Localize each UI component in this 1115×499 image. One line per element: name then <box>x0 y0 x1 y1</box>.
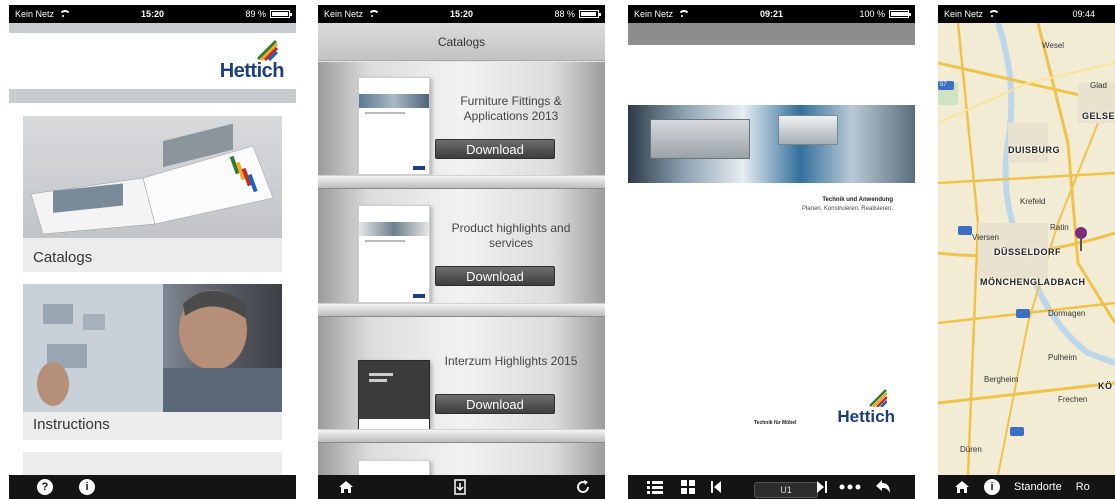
back-icon[interactable] <box>874 479 892 495</box>
map-label: Ratin <box>1050 223 1069 232</box>
map-label: Bergheim <box>984 375 1019 384</box>
logo-stripes-icon <box>256 39 278 61</box>
info-icon[interactable]: i <box>984 479 1000 495</box>
catalogs-tile[interactable]: Catalogs <box>23 116 282 272</box>
status-bar: Kein Netz 09:44 <box>938 5 1115 23</box>
open-catalog-illustration <box>30 123 274 235</box>
download-button[interactable]: Download <box>435 266 555 286</box>
status-time: 09:44 <box>1072 9 1095 19</box>
logo-stripes-icon <box>869 389 887 407</box>
document-footer: Technik für Möbel <box>754 420 797 426</box>
standorte-tab[interactable]: Standorte <box>1014 481 1062 493</box>
map-label: KÖ <box>1098 381 1113 391</box>
nav-title: Catalogs <box>318 23 605 61</box>
document-download-icon[interactable] <box>453 479 467 495</box>
instructions-label: Instructions <box>33 416 110 433</box>
map-label: Pulheim <box>1048 353 1077 362</box>
viewer-top-strip <box>628 23 915 45</box>
page-number-field[interactable]: U1 <box>754 482 818 498</box>
map-label: MÖNCHENGLADBACH <box>980 277 1086 287</box>
battery-icon <box>579 10 601 18</box>
refresh-icon[interactable] <box>575 479 591 495</box>
map-label: Frechen <box>1058 395 1088 404</box>
download-button[interactable]: Download <box>435 394 555 414</box>
battery-percent: 89 % <box>245 9 266 19</box>
catalogs-tile-image <box>23 116 282 238</box>
battery-icon <box>889 10 911 18</box>
hettich-logo: Hettich <box>214 39 285 85</box>
road-number: 57 <box>940 82 947 88</box>
next-icon[interactable] <box>816 479 828 495</box>
home-icon[interactable] <box>954 479 970 495</box>
map-label: Düren <box>960 445 982 454</box>
map-label: Viersen <box>972 233 999 242</box>
catalogs-screen: Kein Netz 15:20 88 % Catalogs Furniture … <box>318 5 605 499</box>
info-icon[interactable]: i <box>79 479 95 495</box>
bottom-bar: i Standorte Ro <box>938 475 1115 499</box>
map-label: Wesel <box>1042 41 1065 50</box>
battery-percent: 88 % <box>554 9 575 19</box>
status-bar: Kein Netz 15:20 89 % <box>9 5 296 23</box>
instructions-tile-image <box>23 284 282 412</box>
header-strip <box>9 23 296 33</box>
home-icon[interactable] <box>338 479 354 495</box>
catalog-title: Furniture Fittings & Applications 2013 <box>460 94 562 123</box>
logo-area: Hettich <box>9 33 296 89</box>
document-viewer-screen: Kein Netz 09:21 100 % Technik und Anwend… <box>628 5 915 499</box>
map-view[interactable]: Wesel Glad GELSEN DUISBURG Krefeld Ratin… <box>938 23 1115 475</box>
shelf-edge <box>318 175 605 189</box>
catalog-cover[interactable] <box>358 77 430 175</box>
shelf-edge <box>318 303 605 317</box>
man-reading-plan-photo <box>23 284 282 412</box>
map-label: DUISBURG <box>1008 145 1061 155</box>
shelf-edge <box>318 429 605 443</box>
status-bar: Kein Netz 09:21 100 % <box>628 5 915 23</box>
instructions-tile[interactable]: Instructions <box>23 284 282 440</box>
header-divider <box>9 89 296 103</box>
locations-map-screen: Kein Netz 09:44 Wesel Glad GELSE DUISBUR… <box>938 5 1115 499</box>
cut-tab-label[interactable]: Ro <box>1076 481 1090 493</box>
document-logo-text: Hettich <box>837 407 895 426</box>
map-label: Krefeld <box>1020 197 1046 206</box>
document-subheading: Planen. Konstruieren. Realisieren. <box>801 206 893 212</box>
catalog-cover[interactable] <box>358 205 430 303</box>
download-button[interactable]: Download <box>435 139 555 159</box>
grid-icon[interactable] <box>680 479 696 495</box>
more-icon[interactable] <box>838 479 862 495</box>
wifi-icon <box>987 10 1001 18</box>
bottom-bar <box>318 475 605 499</box>
catalog-title: Interzum Highlights 2015 <box>444 354 578 368</box>
home-screen: Kein Netz 15:20 89 % Hettich Catalogs In… <box>9 5 296 499</box>
previous-icon[interactable] <box>710 479 722 495</box>
list-icon[interactable] <box>646 479 664 495</box>
catalogs-label: Catalogs <box>33 249 93 266</box>
map-label: Dormagen <box>1048 309 1086 318</box>
logo-text: Hettich <box>219 60 285 82</box>
viewer-toolbar: U1 <box>628 475 915 499</box>
status-bar: Kein Netz 15:20 88 % <box>318 5 605 23</box>
help-icon[interactable]: ? <box>37 479 53 495</box>
document-page[interactable]: Technik und Anwendung Planen. Konstruier… <box>628 45 915 469</box>
catalog-cover[interactable] <box>358 360 430 430</box>
bottom-bar: ? i <box>9 475 296 499</box>
document-heading: Technik und Anwendung <box>822 197 893 203</box>
map-label: Glad <box>1090 81 1107 90</box>
catalog-title: Product highlights and services <box>451 221 571 250</box>
carrier: Kein Netz <box>944 9 984 19</box>
battery-icon <box>270 10 292 18</box>
map-label: GELSEN <box>1082 111 1115 121</box>
map-label: DÜSSELDORF <box>994 247 1062 257</box>
battery-percent: 100 % <box>859 9 885 19</box>
cover-photo <box>628 105 915 183</box>
